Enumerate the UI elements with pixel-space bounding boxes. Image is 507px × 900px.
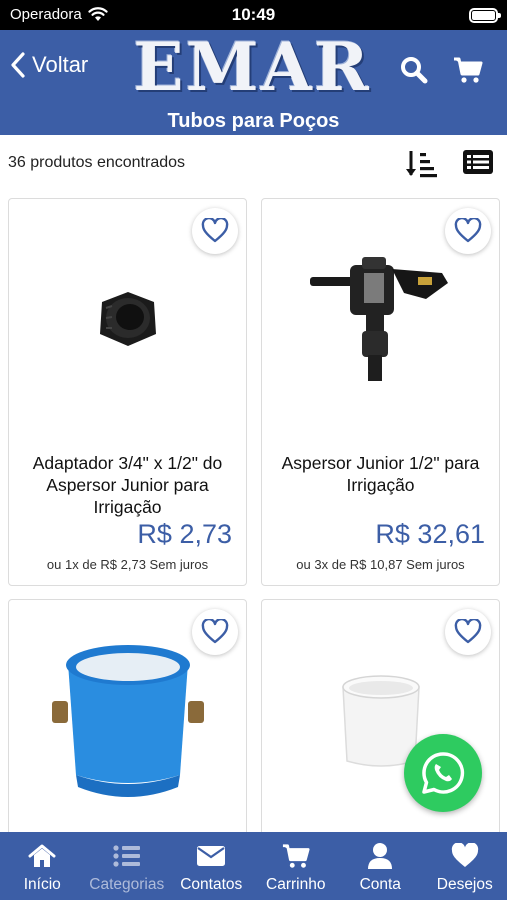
brand-logo: EMAR	[133, 28, 371, 106]
product-name[interactable]: Adaptador 3/4" x 1/2" do Aspersor Junior…	[17, 452, 238, 518]
heart-outline-icon	[454, 218, 482, 243]
envelope-icon	[197, 846, 226, 866]
product-card[interactable]: Aspersor Junior 1/2" para Irrigação R$ 3…	[261, 198, 500, 586]
chevron-left-icon	[11, 52, 25, 78]
results-toolbar: 36 produtos encontrados	[0, 135, 507, 191]
list-view-icon	[463, 150, 493, 174]
cart-button[interactable]	[452, 54, 484, 86]
bottom-nav: Início Categorias Contatos Carrinho Cont…	[0, 832, 507, 900]
user-icon	[368, 843, 393, 869]
search-button[interactable]	[398, 54, 430, 86]
list-view-button[interactable]	[462, 148, 496, 180]
clock: 10:49	[231, 5, 276, 24]
favorite-button[interactable]	[192, 609, 238, 655]
favorite-button[interactable]	[445, 609, 491, 655]
whatsapp-button[interactable]	[404, 734, 482, 812]
sprinkler-image	[309, 257, 448, 381]
nav-item-categorias[interactable]: Categorias	[85, 832, 170, 900]
battery-icon	[469, 8, 501, 23]
nav-label-contatos: Contatos	[180, 876, 243, 893]
product-installments: ou 1x de R$ 2,73 Sem juros	[46, 557, 209, 572]
nav-label-carrinho: Carrinho	[266, 876, 326, 893]
whatsapp-icon	[422, 752, 465, 794]
nav-item-desejos[interactable]: Desejos	[423, 832, 507, 900]
heart-outline-icon	[454, 619, 482, 644]
sort-icon	[406, 151, 437, 178]
heart-outline-icon	[201, 218, 229, 243]
page-title: Tubos para Poços	[167, 110, 340, 132]
product-installments: ou 3x de R$ 10,87 Sem juros	[296, 557, 465, 572]
nav-item-conta[interactable]: Conta	[338, 832, 423, 900]
nav-item-carrinho[interactable]: Carrinho	[254, 832, 339, 900]
back-label: Voltar	[32, 52, 89, 77]
cart-icon	[282, 844, 310, 868]
sort-button[interactable]	[404, 148, 438, 180]
status-bar: Operadora 10:49	[0, 0, 507, 30]
nav-item-contatos[interactable]: Contatos	[169, 832, 254, 900]
nav-label-conta: Conta	[359, 876, 401, 893]
back-button[interactable]: Voltar	[10, 52, 88, 78]
product-price: R$ 2,73	[137, 519, 232, 549]
home-icon	[28, 844, 56, 867]
adapter-image	[99, 292, 156, 346]
product-name[interactable]: Aspersor Junior 1/2" para Irrigação	[270, 452, 491, 496]
nav-label-inicio: Início	[23, 876, 61, 893]
nav-item-inicio[interactable]: Início	[0, 832, 85, 900]
nav-label-categorias: Categorias	[89, 876, 165, 893]
product-card[interactable]: Adaptador 3/4" x 1/2" do Aspersor Junior…	[8, 198, 247, 586]
heart-outline-icon	[201, 619, 229, 644]
cart-icon	[454, 57, 483, 83]
favorite-button[interactable]	[445, 208, 491, 254]
list-icon	[113, 845, 140, 867]
search-icon	[401, 57, 428, 84]
nav-label-desejos: Desejos	[436, 876, 493, 893]
favorite-button[interactable]	[192, 208, 238, 254]
app-header: Voltar EMAR Tubos para Poços	[0, 28, 507, 135]
product-price: R$ 32,61	[375, 519, 485, 549]
results-count: 36 produtos encontrados	[8, 154, 186, 171]
product-card[interactable]	[8, 599, 247, 839]
heart-icon	[451, 843, 478, 867]
blue-tube-image	[51, 645, 204, 797]
